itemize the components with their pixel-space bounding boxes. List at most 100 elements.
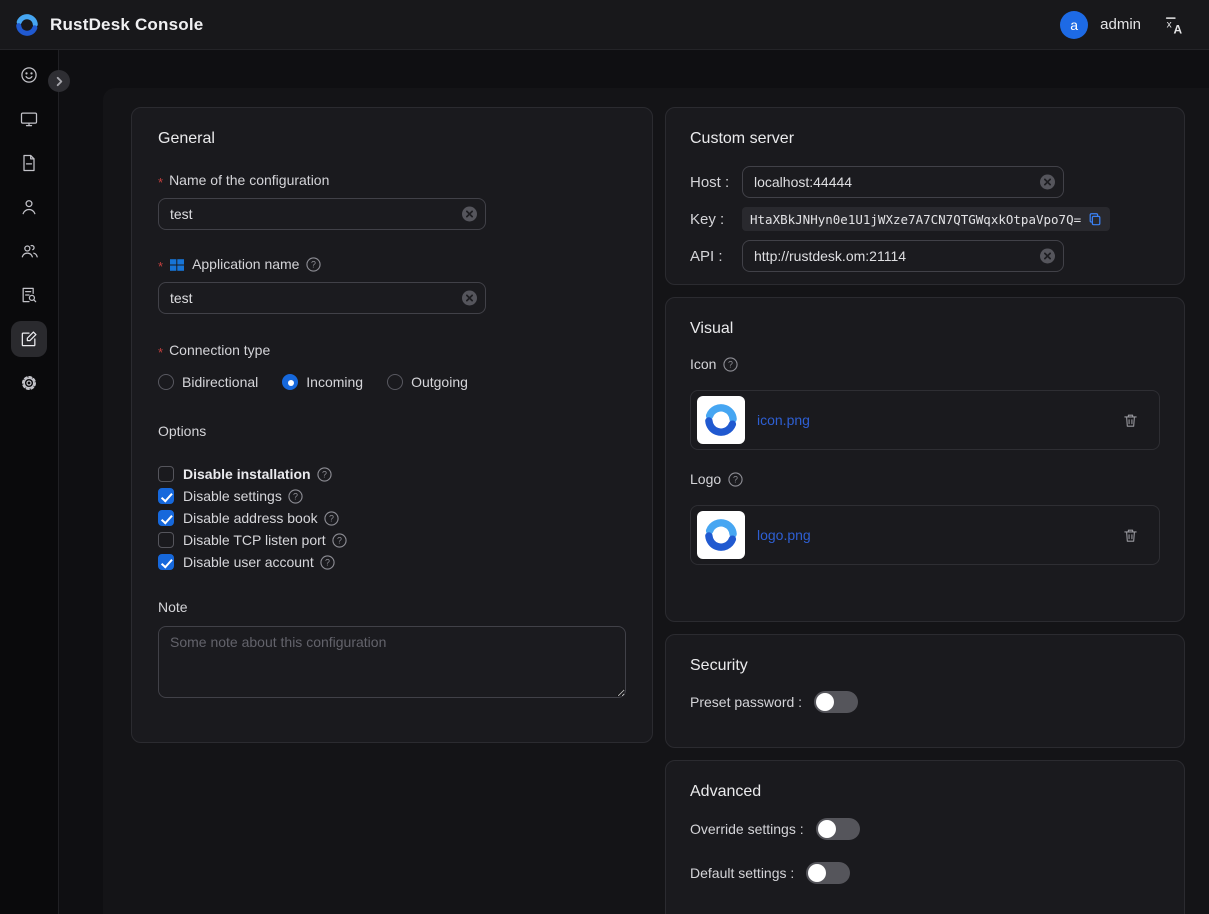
api-label: API : bbox=[690, 248, 742, 265]
icon-upload-row: icon.png bbox=[690, 390, 1160, 450]
key-value: HtaXBkJNHyn0e1U1jWXze7A7CN7QTGWqxkOtpaVp… bbox=[742, 207, 1110, 231]
config-name-input[interactable] bbox=[158, 198, 486, 230]
sidebar-collapse-button[interactable] bbox=[48, 70, 70, 92]
shell: General * Name of the configuration * bbox=[0, 50, 1209, 914]
sidebar-item-audit[interactable] bbox=[11, 277, 47, 313]
note-textarea[interactable] bbox=[158, 626, 626, 698]
chevron-right-icon bbox=[54, 76, 65, 87]
content-card: General * Name of the configuration * bbox=[103, 88, 1209, 914]
help-icon[interactable] bbox=[723, 357, 738, 372]
copy-icon[interactable] bbox=[1088, 212, 1102, 226]
user-icon bbox=[19, 197, 39, 217]
security-title: Security bbox=[690, 655, 1160, 676]
default-settings-label: Default settings : bbox=[690, 865, 794, 881]
option-disable-tcp-listen-port: Disable TCP listen port bbox=[158, 529, 626, 551]
panel-visual: Visual Icon icon.png bbox=[665, 297, 1185, 622]
delete-icon-button[interactable] bbox=[1122, 412, 1139, 429]
svg-text:x: x bbox=[1167, 19, 1172, 30]
icon-label: Icon bbox=[690, 355, 1160, 374]
help-icon[interactable] bbox=[320, 555, 335, 570]
key-label: Key : bbox=[690, 211, 742, 228]
host-input[interactable] bbox=[742, 166, 1064, 198]
brand: RustDesk Console bbox=[14, 12, 203, 38]
checkbox[interactable] bbox=[158, 554, 174, 570]
help-icon[interactable] bbox=[288, 489, 303, 504]
logo-file-link[interactable]: logo.png bbox=[757, 527, 811, 543]
radio-bidirectional[interactable]: Bidirectional bbox=[158, 374, 258, 390]
custom-server-title: Custom server bbox=[690, 128, 1160, 149]
sidebar-item-devices[interactable] bbox=[11, 101, 47, 137]
panel-security: Security Preset password : bbox=[665, 634, 1185, 748]
windows-icon bbox=[169, 257, 185, 273]
panel-custom-server: Custom server Host : Key : H bbox=[665, 107, 1185, 285]
sidebar-item-configurations[interactable] bbox=[11, 321, 47, 357]
help-icon[interactable] bbox=[306, 257, 321, 272]
radio-outgoing[interactable]: Outgoing bbox=[387, 374, 468, 390]
default-settings-row: Default settings : bbox=[690, 862, 1160, 884]
radio-control[interactable] bbox=[387, 374, 403, 390]
sidebar-item-groups[interactable] bbox=[11, 233, 47, 269]
logo-label: Logo bbox=[690, 470, 1160, 489]
connection-type-group: Bidirectional Incoming Outgoing bbox=[158, 374, 626, 390]
override-settings-label: Override settings : bbox=[690, 821, 804, 837]
api-row: API : bbox=[690, 240, 1160, 272]
panel-general: General * Name of the configuration * bbox=[131, 107, 653, 743]
app-title: RustDesk Console bbox=[50, 15, 203, 35]
checkbox[interactable] bbox=[158, 532, 174, 548]
edit-config-icon bbox=[19, 329, 39, 349]
app-header: RustDesk Console a admin x A bbox=[0, 0, 1209, 50]
checkbox[interactable] bbox=[158, 488, 174, 504]
clear-icon[interactable] bbox=[1040, 175, 1055, 190]
trash-icon bbox=[1122, 412, 1139, 429]
sidebar-item-documents[interactable] bbox=[11, 145, 47, 181]
radio-control[interactable] bbox=[158, 374, 174, 390]
default-settings-toggle[interactable] bbox=[806, 862, 850, 884]
radio-control[interactable] bbox=[282, 374, 298, 390]
preset-password-toggle[interactable] bbox=[814, 691, 858, 713]
host-label: Host : bbox=[690, 174, 742, 191]
option-disable-installation: Disable installation bbox=[158, 463, 626, 485]
help-icon[interactable] bbox=[332, 533, 347, 548]
clear-icon[interactable] bbox=[1040, 249, 1055, 264]
icon-thumbnail[interactable] bbox=[697, 396, 745, 444]
options-label: Options bbox=[158, 422, 626, 441]
help-icon[interactable] bbox=[317, 467, 332, 482]
delete-logo-button[interactable] bbox=[1122, 527, 1139, 544]
clear-icon[interactable] bbox=[462, 291, 477, 306]
connection-type-label: * Connection type bbox=[158, 341, 626, 360]
header-right: a admin x A bbox=[1060, 11, 1185, 39]
username[interactable]: admin bbox=[1100, 16, 1141, 33]
option-disable-user-account: Disable user account bbox=[158, 551, 626, 573]
checkbox[interactable] bbox=[158, 510, 174, 526]
icon-file-link[interactable]: icon.png bbox=[757, 412, 810, 428]
required-asterisk: * bbox=[158, 257, 163, 276]
clear-icon[interactable] bbox=[462, 207, 477, 222]
monitor-icon bbox=[19, 109, 39, 129]
radio-incoming[interactable]: Incoming bbox=[282, 374, 363, 390]
override-settings-row: Override settings : bbox=[690, 818, 1160, 840]
sidebar-item-settings[interactable] bbox=[11, 365, 47, 401]
rustdesk-logo-icon bbox=[14, 12, 40, 38]
gear-icon bbox=[19, 373, 39, 393]
preset-password-row: Preset password : bbox=[690, 691, 1160, 713]
language-icon[interactable]: x A bbox=[1163, 14, 1185, 36]
option-disable-settings: Disable settings bbox=[158, 485, 626, 507]
note-label: Note bbox=[158, 598, 626, 617]
help-icon[interactable] bbox=[324, 511, 339, 526]
required-asterisk: * bbox=[158, 343, 163, 362]
sidebar-item-dashboard[interactable] bbox=[11, 57, 47, 93]
api-input[interactable] bbox=[742, 240, 1064, 272]
sidebar-item-users[interactable] bbox=[11, 189, 47, 225]
avatar-initial: a bbox=[1070, 17, 1078, 33]
application-name-input[interactable] bbox=[158, 282, 486, 314]
avatar[interactable]: a bbox=[1060, 11, 1088, 39]
required-asterisk: * bbox=[158, 173, 163, 192]
help-icon[interactable] bbox=[728, 472, 743, 487]
preset-password-label: Preset password : bbox=[690, 694, 802, 710]
checkbox[interactable] bbox=[158, 466, 174, 482]
audit-log-icon bbox=[19, 285, 39, 305]
logo-thumbnail[interactable] bbox=[697, 511, 745, 559]
override-settings-toggle[interactable] bbox=[816, 818, 860, 840]
rustdesk-logo-icon bbox=[702, 516, 740, 554]
svg-text:A: A bbox=[1174, 22, 1183, 36]
